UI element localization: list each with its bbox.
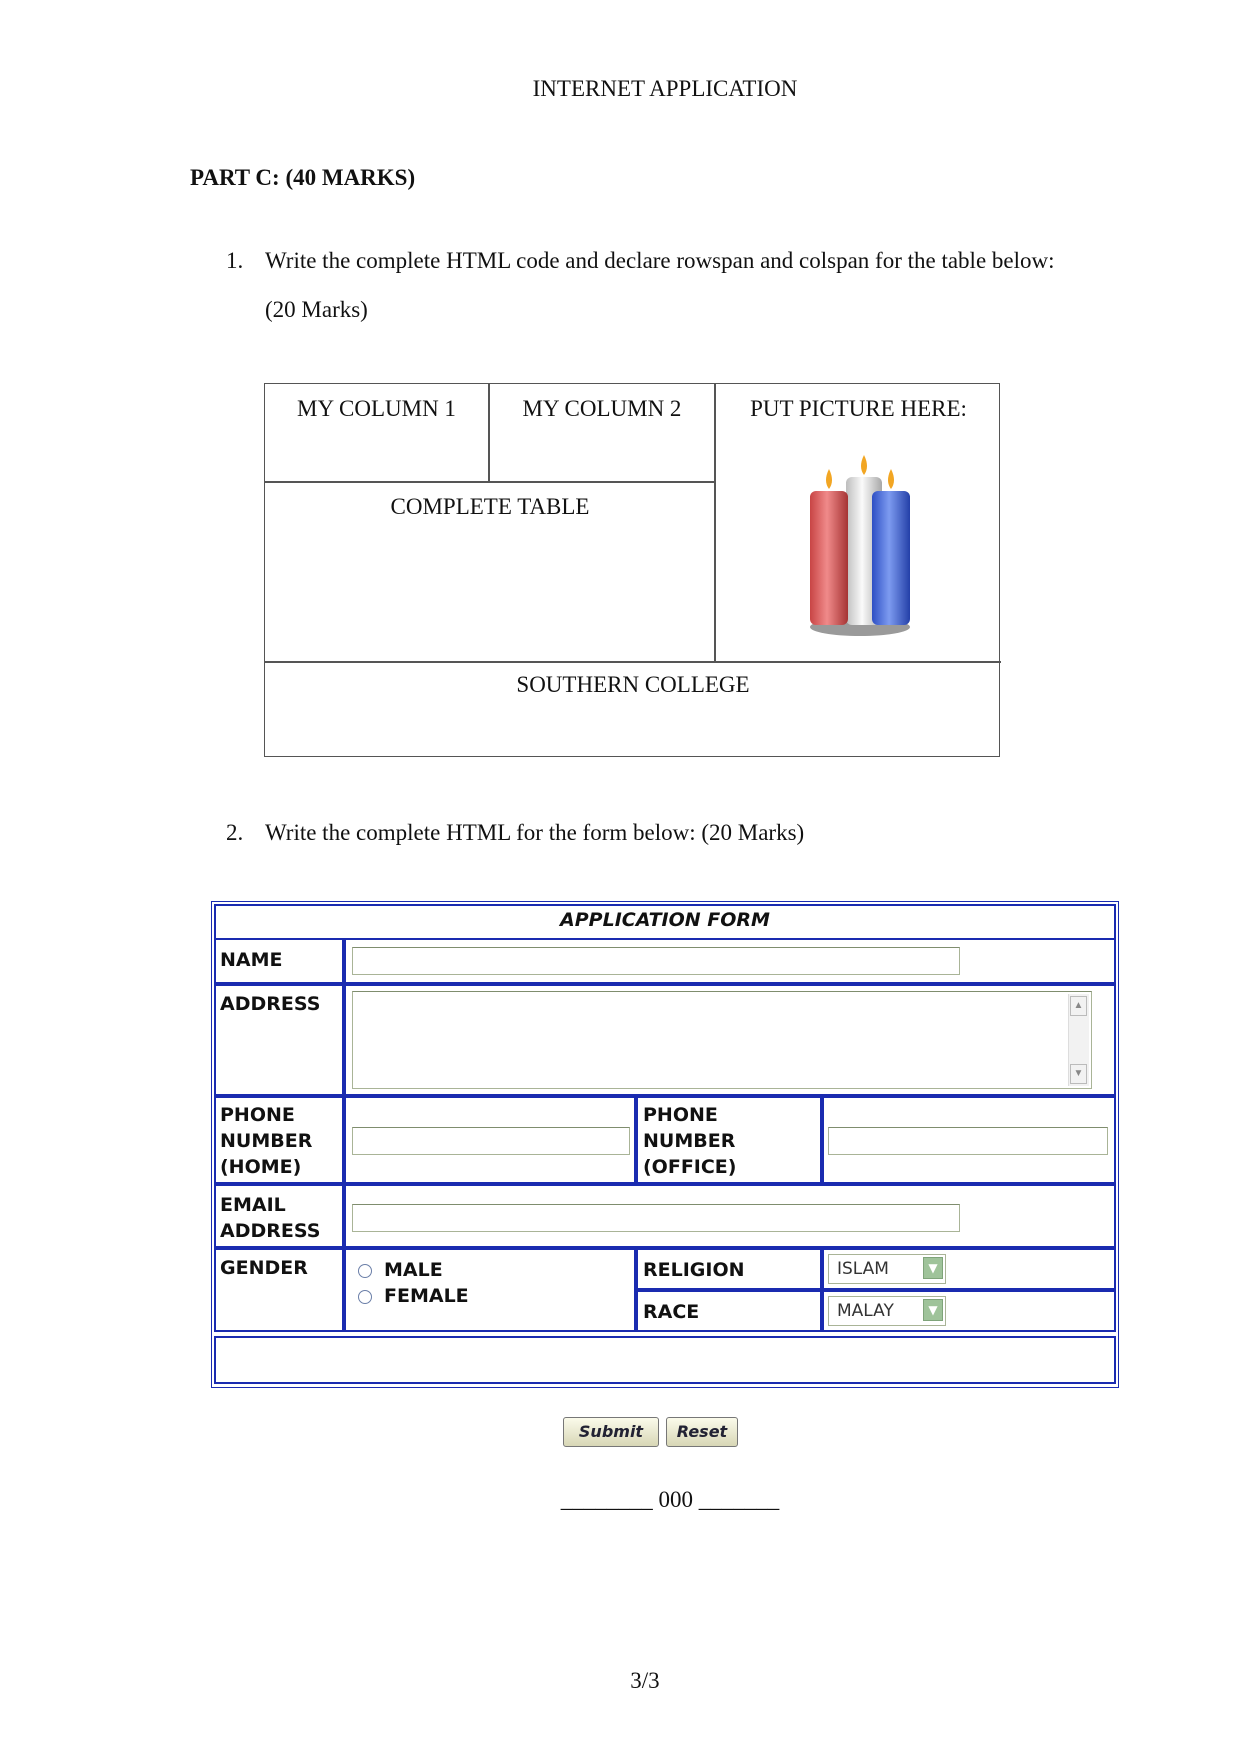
address-label: ADDRESS [220,993,321,1015]
label-line: NUMBER [220,1130,313,1152]
gender-female-radio[interactable] [358,1290,372,1304]
label-line: NUMBER [643,1130,736,1152]
label-line: PHONE [643,1104,718,1126]
question-2-number: 2. [226,820,244,845]
label-line: (OFFICE) [643,1156,737,1178]
table-divider [265,481,715,483]
candles-icon [810,455,910,636]
gender-female-label: FEMALE [384,1285,469,1307]
label-line: EMAIL [220,1194,286,1216]
form-bottom-row [214,1336,1116,1384]
document-title: INTERNET APPLICATION [532,76,798,101]
name-label: NAME [220,949,283,971]
religion-select[interactable]: ISLAM ▼ [828,1254,946,1284]
table-divider [265,661,1001,663]
textarea-scrollbar[interactable]: ▲ ▼ [1068,994,1089,1086]
gender-male-label: MALE [384,1259,443,1281]
chevron-down-icon[interactable]: ▼ [1070,1064,1087,1084]
label-line: ADDRESS [220,1220,321,1242]
part-heading: PART C: (40 MARKS) [190,165,416,190]
gender-label: GENDER [220,1257,308,1279]
email-input[interactable] [352,1204,960,1232]
table-cell-footer: SOUTHERN COLLEGE [516,672,750,697]
question-1-marks: (20 Marks) [265,297,368,322]
name-input[interactable] [352,947,960,975]
chevron-up-icon[interactable]: ▲ [1070,996,1087,1016]
phone-home-input[interactable] [352,1127,630,1155]
question-1-number: 1. [226,248,244,273]
race-label: RACE [643,1301,700,1323]
chevron-down-icon[interactable]: ▼ [923,1299,943,1321]
label-line: (HOME) [220,1156,302,1178]
footer-code: ________ 000 _______ [560,1487,780,1512]
race-select-value: MALAY [837,1301,894,1321]
page-number: 3/3 [630,1668,660,1693]
submit-button[interactable]: Submit [563,1417,659,1447]
form-title: APPLICATION FORM [560,909,770,931]
question-1-text: Write the complete HTML code and declare… [265,248,1055,273]
application-form: APPLICATION FORM NAME ADDRESS ▲ ▼ PHONE … [211,901,1119,1388]
table-cell-col1: MY COLUMN 1 [297,396,456,421]
reset-button[interactable]: Reset [666,1417,738,1447]
table-cell-col2: MY COLUMN 2 [522,396,682,421]
table-cell-complete: COMPLETE TABLE [390,494,590,519]
email-label: EMAIL ADDRESS [220,1192,320,1244]
religion-select-value: ISLAM [837,1259,889,1279]
phone-office-label: PHONE NUMBER (OFFICE) [643,1102,736,1180]
phone-home-label: PHONE NUMBER (HOME) [220,1102,312,1180]
race-select[interactable]: MALAY ▼ [828,1296,946,1326]
chevron-down-icon[interactable]: ▼ [923,1257,943,1279]
address-textarea[interactable]: ▲ ▼ [352,991,1092,1089]
gender-male-radio[interactable] [358,1264,372,1278]
question-2-text: Write the complete HTML for the form bel… [265,820,805,845]
table-cell-picture: PUT PICTURE HERE: [750,396,967,421]
phone-office-input[interactable] [828,1127,1108,1155]
label-line: PHONE [220,1104,295,1126]
religion-label: RELIGION [643,1259,745,1281]
table-divider [714,384,716,662]
